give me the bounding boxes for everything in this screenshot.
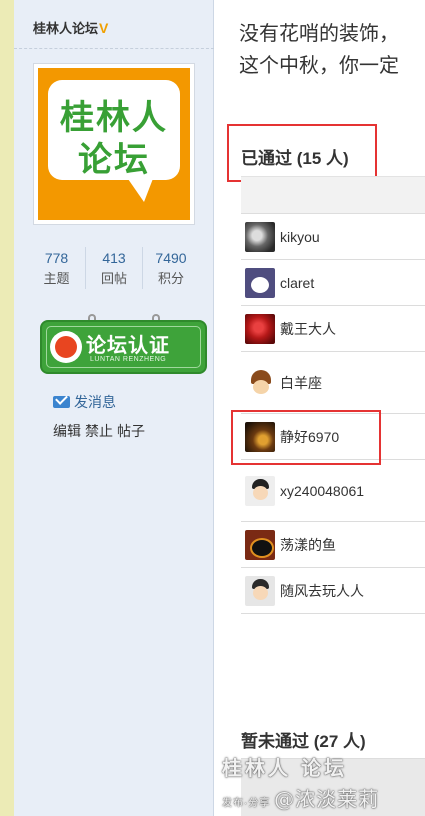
list-item[interactable]: 随风去玩人人	[241, 568, 425, 614]
left-edge-strip	[0, 0, 14, 816]
member-avatar[interactable]	[245, 529, 275, 560]
member-avatar[interactable]	[245, 221, 275, 252]
list-item[interactable]: 戴王大人	[241, 306, 425, 352]
admin-links: 编辑 禁止 帖子	[53, 421, 149, 441]
badge-text: 论坛认证	[86, 335, 170, 357]
member-name[interactable]: 戴王大人	[280, 319, 336, 339]
stat-label: 回帖	[100, 271, 127, 286]
member-name[interactable]: xy240048061	[280, 483, 364, 499]
stat-replies[interactable]: 413 回帖	[85, 247, 142, 289]
list-item[interactable]: kikyou	[241, 214, 425, 260]
approved-section-title: 已通过 (15 人)	[241, 149, 349, 168]
posts-link[interactable]: 帖子	[117, 423, 145, 439]
user-stats: 778 主题 413 回帖 7490 积分	[28, 247, 208, 289]
member-name[interactable]: kikyou	[280, 229, 320, 245]
badge-subtext: LUNTAN RENZHENG	[90, 356, 167, 363]
stat-topics[interactable]: 778 主题	[28, 247, 85, 289]
stat-value: 778	[44, 250, 69, 266]
member-name[interactable]: claret	[280, 275, 314, 291]
avatar-logo-text: 论坛	[78, 140, 150, 180]
member-name[interactable]: 荡漾的鱼	[280, 535, 336, 555]
intro-text: 没有花哨的装饰， 这个中秋，你一定	[239, 23, 399, 77]
highlight-box	[231, 410, 381, 465]
send-message-link[interactable]: 发消息	[53, 392, 116, 412]
mail-icon	[53, 396, 70, 408]
list-item[interactable]: 荡漾的鱼	[241, 522, 425, 568]
ban-link[interactable]: 禁止	[85, 423, 113, 439]
member-avatar[interactable]	[245, 313, 275, 344]
forum-certification-badge[interactable]: 论坛认证 LUNTAN RENZHENG	[40, 314, 207, 374]
member-avatar[interactable]	[245, 575, 275, 606]
member-name[interactable]: 白羊座	[280, 373, 322, 393]
stat-label: 主题	[43, 271, 70, 286]
username[interactable]: 桂林人论坛V	[33, 18, 108, 37]
vip-badge-icon: V	[99, 20, 109, 36]
stat-label: 积分	[157, 271, 184, 286]
watermark: 桂林人 论坛 发布·分享 @浓淡莱莉	[222, 756, 380, 811]
list-item[interactable]: claret	[241, 260, 425, 306]
pending-section-title: 暂未通过 (27 人)	[241, 732, 366, 751]
profile-sidebar: 桂林人论坛V 桂林人 论坛 778 主题 413 回帖 7490 积分 论坛认证…	[14, 0, 214, 816]
list-item[interactable]: 白羊座	[241, 352, 425, 414]
stat-value: 7490	[155, 250, 187, 266]
avatar[interactable]: 桂林人 论坛	[33, 63, 195, 225]
divider	[14, 48, 214, 49]
member-avatar[interactable]	[245, 267, 275, 298]
main-content: 没有花哨的装饰， 这个中秋，你一定 已通过 (15 人) kikyou clar…	[215, 0, 425, 816]
speech-bubble-tail	[126, 176, 154, 202]
table-header	[241, 176, 425, 214]
speech-bubble-icon: 桂林人 论坛	[48, 80, 180, 180]
edit-link[interactable]: 编辑	[53, 423, 81, 439]
member-avatar[interactable]	[245, 475, 275, 506]
badge-body: 论坛认证 LUNTAN RENZHENG	[40, 320, 207, 374]
stat-value: 413	[102, 250, 126, 266]
member-avatar[interactable]	[245, 367, 275, 398]
avatar-image: 桂林人 论坛	[38, 68, 190, 220]
badge-logo-icon	[50, 331, 82, 363]
member-name[interactable]: 随风去玩人人	[280, 581, 364, 601]
stat-points[interactable]: 7490 积分	[142, 247, 199, 289]
list-item[interactable]: xy240048061	[241, 460, 425, 522]
